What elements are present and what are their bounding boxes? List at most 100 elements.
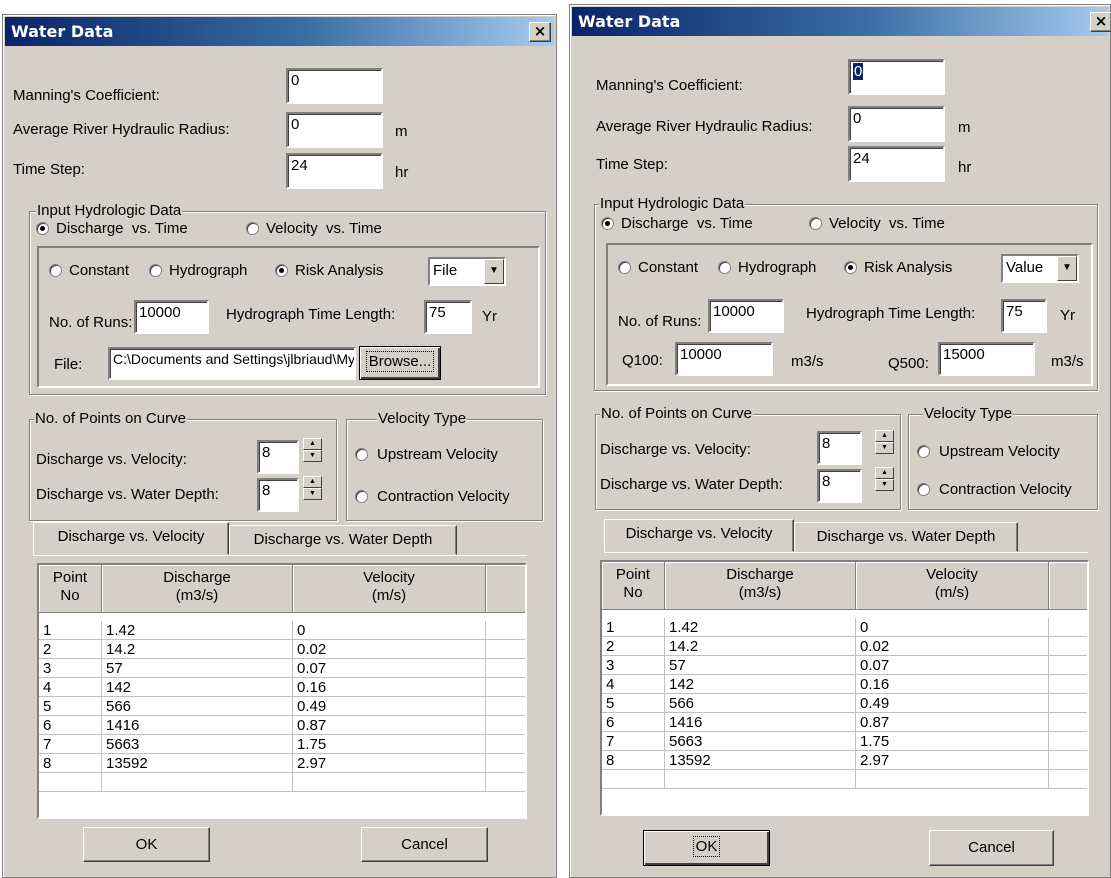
cell-velocity[interactable]: 0.02 xyxy=(856,637,1049,656)
cell-point[interactable]: 2 xyxy=(39,640,102,659)
tab-discharge-water-depth[interactable]: Discharge vs. Water Depth xyxy=(229,525,457,555)
dv-points-input[interactable]: 8 xyxy=(257,440,299,474)
cell-velocity[interactable]: 0.87 xyxy=(856,713,1049,732)
cell-discharge[interactable]: 14.2 xyxy=(665,637,856,656)
cell-point[interactable]: 6 xyxy=(39,716,102,735)
table-row[interactable]: 1 1.42 0 xyxy=(602,618,1087,637)
hydrograph-radio[interactable]: Hydrograph xyxy=(718,259,843,277)
dd-points-spinner[interactable]: ▲ ▼ xyxy=(303,476,322,500)
table-row[interactable]: 8 13592 2.97 xyxy=(39,754,525,773)
cell-point[interactable]: 4 xyxy=(602,675,665,694)
spin-down-icon[interactable]: ▼ xyxy=(303,450,322,462)
table-row[interactable]: 2 14.2 0.02 xyxy=(39,640,525,659)
header-velocity[interactable]: Velocity (m/s) xyxy=(856,562,1049,610)
dv-points-spinner[interactable]: ▲ ▼ xyxy=(303,438,322,462)
cell-point[interactable]: 3 xyxy=(39,659,102,678)
cell-point[interactable]: 7 xyxy=(39,735,102,754)
cell-point[interactable]: 6 xyxy=(602,713,665,732)
manning-input[interactable]: 0 xyxy=(848,59,945,95)
table-row[interactable]: 6 1416 0.87 xyxy=(602,713,1087,732)
cell-velocity[interactable]: 0 xyxy=(293,621,486,640)
velocity-time-radio[interactable]: Velocity vs. Time xyxy=(246,220,416,238)
cell-point[interactable]: 8 xyxy=(39,754,102,773)
table-row[interactable]: 1 1.42 0 xyxy=(39,621,525,640)
table-row[interactable]: 3 57 0.07 xyxy=(39,659,525,678)
cell-discharge[interactable]: 5663 xyxy=(102,735,293,754)
dd-points-spinner[interactable]: ▲ ▼ xyxy=(875,467,894,491)
ok-button[interactable]: OK xyxy=(83,827,210,862)
cell-discharge[interactable]: 566 xyxy=(102,697,293,716)
spin-up-icon[interactable]: ▲ xyxy=(303,438,322,450)
cell-point[interactable]: 5 xyxy=(602,694,665,713)
file-path-input[interactable]: C:\Documents and Settings\jlbriaud\My xyxy=(108,347,356,380)
cell-discharge[interactable] xyxy=(102,773,293,792)
constant-radio[interactable]: Constant xyxy=(618,259,713,277)
constant-radio[interactable]: Constant xyxy=(49,262,144,280)
chevron-down-icon[interactable]: ▼ xyxy=(1057,256,1077,281)
spin-down-icon[interactable]: ▼ xyxy=(875,479,894,491)
tab-discharge-velocity[interactable]: Discharge vs. Velocity xyxy=(33,522,229,555)
spin-down-icon[interactable]: ▼ xyxy=(875,442,894,454)
browse-button[interactable]: Browse... xyxy=(359,346,441,380)
table-row[interactable]: 2 14.2 0.02 xyxy=(602,637,1087,656)
cell-velocity[interactable]: 1.75 xyxy=(293,735,486,754)
header-point[interactable]: Point No xyxy=(602,562,665,610)
chevron-down-icon[interactable]: ▼ xyxy=(484,259,504,284)
cell-discharge[interactable] xyxy=(665,770,856,789)
table-row-empty[interactable] xyxy=(602,770,1087,789)
cell-discharge[interactable]: 5663 xyxy=(665,732,856,751)
source-select[interactable]: Value ▼ xyxy=(1001,254,1079,283)
cell-point[interactable] xyxy=(602,770,665,789)
cell-point[interactable]: 1 xyxy=(602,618,665,637)
runs-input[interactable]: 10000 xyxy=(134,300,209,334)
table-row[interactable]: 3 57 0.07 xyxy=(602,656,1087,675)
cell-discharge[interactable]: 1.42 xyxy=(665,618,856,637)
hydrograph-length-input[interactable]: 75 xyxy=(424,300,472,334)
dv-points-input[interactable]: 8 xyxy=(817,431,862,465)
source-select[interactable]: File ▼ xyxy=(428,257,506,286)
radius-input[interactable]: 0 xyxy=(286,112,383,148)
header-discharge[interactable]: Discharge (m3/s) xyxy=(665,562,856,610)
cell-discharge[interactable]: 14.2 xyxy=(102,640,293,659)
table-row[interactable]: 8 13592 2.97 xyxy=(602,751,1087,770)
cell-point[interactable]: 4 xyxy=(39,678,102,697)
cancel-button[interactable]: Cancel xyxy=(361,827,488,862)
cell-point[interactable]: 3 xyxy=(602,656,665,675)
ok-button[interactable]: OK xyxy=(643,830,770,866)
cell-velocity[interactable]: 1.75 xyxy=(856,732,1049,751)
tab-discharge-velocity[interactable]: Discharge vs. Velocity xyxy=(604,519,794,552)
dd-points-input[interactable]: 8 xyxy=(257,478,299,512)
cell-discharge[interactable]: 1416 xyxy=(102,716,293,735)
cell-point[interactable]: 5 xyxy=(39,697,102,716)
timestep-input[interactable]: 24 xyxy=(286,153,383,189)
cell-point[interactable]: 7 xyxy=(602,732,665,751)
spin-up-icon[interactable]: ▲ xyxy=(875,430,894,442)
radius-input[interactable]: 0 xyxy=(848,106,945,142)
hydrograph-length-input[interactable]: 75 xyxy=(1001,299,1047,333)
timestep-input[interactable]: 24 xyxy=(848,146,945,182)
table-row[interactable]: 5 566 0.49 xyxy=(39,697,525,716)
cell-point[interactable]: 8 xyxy=(602,751,665,770)
cell-velocity[interactable]: 0.16 xyxy=(856,675,1049,694)
hydrograph-radio[interactable]: Hydrograph xyxy=(149,262,274,280)
table-row[interactable]: 7 5663 1.75 xyxy=(39,735,525,754)
q100-input[interactable]: 10000 xyxy=(675,342,773,376)
dd-points-input[interactable]: 8 xyxy=(817,469,862,503)
contraction-velocity-radio[interactable]: Contraction Velocity xyxy=(355,488,540,506)
tab-discharge-water-depth[interactable]: Discharge vs. Water Depth xyxy=(794,522,1018,552)
cell-velocity[interactable] xyxy=(293,773,486,792)
spin-up-icon[interactable]: ▲ xyxy=(875,467,894,479)
cell-velocity[interactable]: 0.02 xyxy=(293,640,486,659)
risk-analysis-radio[interactable]: Risk Analysis xyxy=(844,259,979,277)
cell-discharge[interactable]: 566 xyxy=(665,694,856,713)
cell-discharge[interactable]: 13592 xyxy=(665,751,856,770)
q500-input[interactable]: 15000 xyxy=(938,342,1035,376)
upstream-velocity-radio[interactable]: Upstream Velocity xyxy=(917,443,1095,461)
cell-discharge[interactable]: 13592 xyxy=(102,754,293,773)
table-row[interactable]: 6 1416 0.87 xyxy=(39,716,525,735)
cell-discharge[interactable]: 57 xyxy=(102,659,293,678)
cell-velocity[interactable] xyxy=(856,770,1049,789)
cell-velocity[interactable]: 0.87 xyxy=(293,716,486,735)
cell-discharge[interactable]: 1416 xyxy=(665,713,856,732)
cell-velocity[interactable]: 0.07 xyxy=(856,656,1049,675)
